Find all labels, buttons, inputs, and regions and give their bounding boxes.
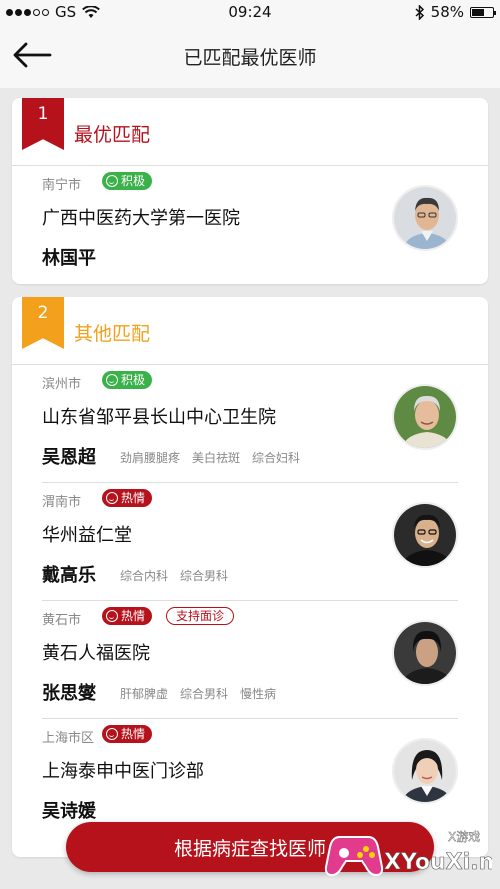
skill-tags: 肝郁脾虚 综合男科 慢性病 bbox=[120, 685, 276, 702]
doctor-name: 吴诗媛 bbox=[42, 801, 96, 822]
avatar bbox=[392, 738, 458, 804]
smile-icon bbox=[106, 610, 118, 622]
smile-icon bbox=[106, 492, 118, 504]
smile-icon bbox=[106, 728, 118, 740]
avatar bbox=[392, 185, 458, 251]
hospital-name: 华州益仁堂 bbox=[42, 525, 132, 546]
section-title: 其他匹配 bbox=[74, 323, 151, 345]
doctor-item[interactable]: 滨州市 积极 山东省邹平县长山中心卫生院 吴恩超 劲肩腰腿疼 美白祛斑 综合妇科 bbox=[12, 365, 488, 483]
bluetooth-icon bbox=[415, 4, 424, 20]
section-title: 最优匹配 bbox=[74, 124, 151, 146]
status-badge: 积极 bbox=[102, 172, 153, 190]
other-matches-card: 2 其他匹配 滨州市 积极 山东省邹平县长山中心卫生院 吴恩超 劲肩腰腿疼 美白… bbox=[12, 297, 488, 857]
rank-ribbon: 1 bbox=[22, 98, 64, 150]
avatar bbox=[392, 502, 458, 568]
doctor-item[interactable]: 渭南市 热情 华州益仁堂 戴高乐 综合内科 综合男科 bbox=[12, 483, 488, 601]
skill-tag: 肝郁脾虚 bbox=[120, 687, 169, 701]
hospital-name: 山东省邹平县长山中心卫生院 bbox=[42, 407, 276, 428]
best-match-header: 1 最优匹配 bbox=[12, 98, 488, 166]
skill-tag: 慢性病 bbox=[240, 687, 277, 701]
doctor-item[interactable]: 上海市区 热情 上海泰申中医门诊部 吴诗媛 bbox=[12, 719, 488, 837]
in-person-badge: 支持面诊 bbox=[166, 607, 235, 625]
battery-percent: 58% bbox=[430, 3, 464, 21]
doctor-city: 滨州市 bbox=[42, 377, 82, 392]
watermark: X游戏 XYouXi.net bbox=[322, 825, 500, 883]
watermark-site-text: XYouXi.net bbox=[384, 850, 492, 875]
skill-tag: 综合妇科 bbox=[252, 451, 301, 465]
status-badge: 热情 bbox=[102, 607, 153, 625]
doctor-city: 渭南市 bbox=[42, 495, 82, 510]
smile-icon bbox=[106, 175, 118, 187]
skill-tag: 综合男科 bbox=[180, 569, 229, 583]
battery-icon bbox=[470, 6, 496, 18]
doctor-city: 南宁市 bbox=[42, 178, 82, 193]
rank-ribbon: 2 bbox=[22, 297, 64, 349]
other-matches-header: 2 其他匹配 bbox=[12, 297, 488, 365]
hospital-name: 上海泰申中医门诊部 bbox=[42, 761, 204, 782]
hospital-name: 广西中医药大学第一医院 bbox=[42, 208, 240, 229]
skill-tags: 综合内科 综合男科 bbox=[120, 567, 228, 584]
doctor-name: 张思燮 bbox=[42, 683, 96, 704]
status-bar: GS 09:24 58% bbox=[0, 0, 500, 26]
skill-tags: 劲肩腰腿疼 美白祛斑 综合妇科 bbox=[120, 449, 300, 466]
avatar bbox=[392, 620, 458, 686]
doctor-city: 上海市区 bbox=[42, 731, 95, 746]
skill-tag: 综合内科 bbox=[120, 569, 169, 583]
skill-tag: 劲肩腰腿疼 bbox=[120, 451, 181, 465]
skill-tag: 综合男科 bbox=[180, 687, 229, 701]
status-badge: 积极 bbox=[102, 371, 153, 389]
smile-icon bbox=[106, 374, 118, 386]
hospital-name: 黄石人福医院 bbox=[42, 643, 150, 664]
doctor-city: 黄石市 bbox=[42, 613, 82, 628]
skill-tag: 美白祛斑 bbox=[192, 451, 241, 465]
doctor-name: 吴恩超 bbox=[42, 447, 96, 468]
doctor-name: 戴高乐 bbox=[42, 565, 96, 586]
nav-bar: 已匹配最优医师 bbox=[0, 26, 500, 88]
status-badge: 热情 bbox=[102, 725, 153, 743]
status-badge: 热情 bbox=[102, 489, 153, 507]
watermark-top-text: X游戏 bbox=[448, 830, 480, 844]
doctor-name: 林国平 bbox=[42, 248, 96, 269]
avatar bbox=[392, 384, 458, 450]
doctor-item[interactable]: 南宁市 积极 广西中医药大学第一医院 林国平 bbox=[12, 166, 488, 284]
doctor-item[interactable]: 黄石市 热情 支持面诊 黄石人福医院 张思燮 肝郁脾虚 综合男科 慢性病 bbox=[12, 601, 488, 719]
page-title: 已匹配最优医师 bbox=[183, 47, 317, 69]
best-match-card: 1 最优匹配 南宁市 积极 广西中医药大学第一医院 林国平 bbox=[12, 98, 488, 284]
